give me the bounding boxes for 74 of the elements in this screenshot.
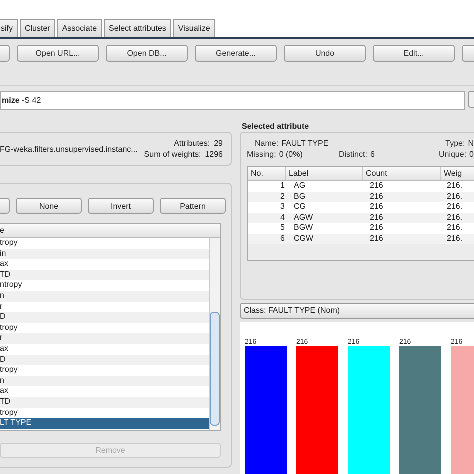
attribute-row[interactable]: in (0, 248, 209, 260)
attribute-row[interactable]: n (0, 290, 209, 302)
column-header: e (0, 224, 220, 238)
attribute-row[interactable]: D (0, 312, 209, 323)
attribute-row[interactable]: TD (0, 270, 209, 280)
toolbar-button[interactable]: Generate... (195, 45, 277, 62)
weights-sum: 1296 (205, 150, 223, 159)
table-cell-text: BGW (293, 223, 314, 234)
missing-label: Missing: (247, 150, 276, 160)
attribute-button[interactable]: None (16, 198, 82, 214)
distinct-label: Distinct: (339, 150, 368, 160)
table-cell-text: 216 (369, 192, 384, 202)
table-cell-text: 216. (446, 223, 464, 234)
table-cell-text: 1 (280, 181, 286, 192)
column-header: Label (286, 167, 363, 180)
unique-value: 0 (470, 150, 474, 160)
column-header: Weig (441, 167, 474, 180)
attribute-name: FAULT TYPE (282, 139, 329, 149)
attribute-row[interactable]: tropy (0, 408, 209, 418)
table-cell-text: 2 (280, 192, 286, 202)
attribute-row[interactable]: tropy (0, 322, 209, 334)
class-dropdown[interactable]: Class: FAULT TYPE (Nom) (240, 303, 474, 319)
relation-name: FG-weka.filters.unsupervised.instanc... (0, 144, 138, 154)
table-cell-text: AG (293, 181, 307, 192)
table-cell-text: AGW (293, 212, 314, 223)
filter-field[interactable]: mize -S 42 (0, 91, 465, 110)
table-cell-text: 216 (369, 223, 384, 234)
unique-label: Unique: (438, 150, 467, 160)
scrollbar[interactable] (209, 238, 220, 430)
table-cell-text: 216 (369, 234, 384, 244)
table-cell-text: 216 (369, 202, 384, 212)
toolbar-button[interactable]: Open DB... (106, 45, 188, 62)
column-header: Count (363, 167, 441, 180)
table-cell-text: 216 (369, 181, 384, 192)
tab[interactable]: Cluster (20, 19, 56, 37)
table-cell-text: 4 (280, 212, 286, 223)
attribute-button[interactable]: Invert (88, 198, 154, 214)
attribute-row[interactable]: LT TYPE (0, 418, 209, 429)
attributes-count: 29 (214, 139, 223, 148)
table-cell-text: 216. (446, 234, 464, 244)
attribute-row[interactable]: TD (0, 396, 209, 408)
table-cell-text: 216. (446, 212, 464, 223)
toolbar-button[interactable]: Open URL... (17, 45, 99, 62)
name-label: Name: (255, 139, 279, 149)
table-cell-text: 5 (280, 223, 286, 234)
table-cell-text: CGW (293, 234, 315, 244)
attribute-row[interactable]: r (0, 333, 209, 344)
column-header: No. (248, 167, 286, 180)
table-cell-text: 6 (280, 234, 286, 244)
tab[interactable]: Select attributes (104, 19, 172, 37)
section-title: Selected attribute (242, 122, 310, 132)
attribute-type: N (468, 139, 474, 149)
scroll-thumb[interactable] (210, 312, 220, 426)
table-cell-text: 216. (446, 181, 464, 192)
tab[interactable]: sify (0, 19, 18, 37)
weights-label: Sum of weights: (144, 150, 202, 159)
attribute-row[interactable]: n (0, 376, 209, 386)
tab[interactable]: Visualize (173, 19, 216, 37)
missing-value: 0 (0%) (279, 150, 303, 160)
attributes-label: Attributes: (174, 139, 210, 148)
table-cell-text: BG (293, 192, 307, 202)
tab[interactable]: Associate (57, 19, 102, 37)
table-cell-text: 216. (446, 202, 464, 212)
attribute-button[interactable]: Pattern (160, 198, 226, 214)
table-cell-text: 216 (369, 212, 384, 223)
distinct-value: 6 (370, 150, 375, 160)
apply-button[interactable] (468, 91, 474, 108)
table-cell-text: 3 (280, 202, 286, 212)
toolbar-button[interactable]: Edit... (373, 45, 455, 62)
type-label: Type: (446, 139, 466, 149)
table-cell-text: CG (293, 202, 307, 212)
toolbar-button[interactable]: Undo (284, 45, 366, 62)
table-cell-text: 216. (446, 192, 464, 202)
attribute-row[interactable]: D (0, 354, 209, 366)
